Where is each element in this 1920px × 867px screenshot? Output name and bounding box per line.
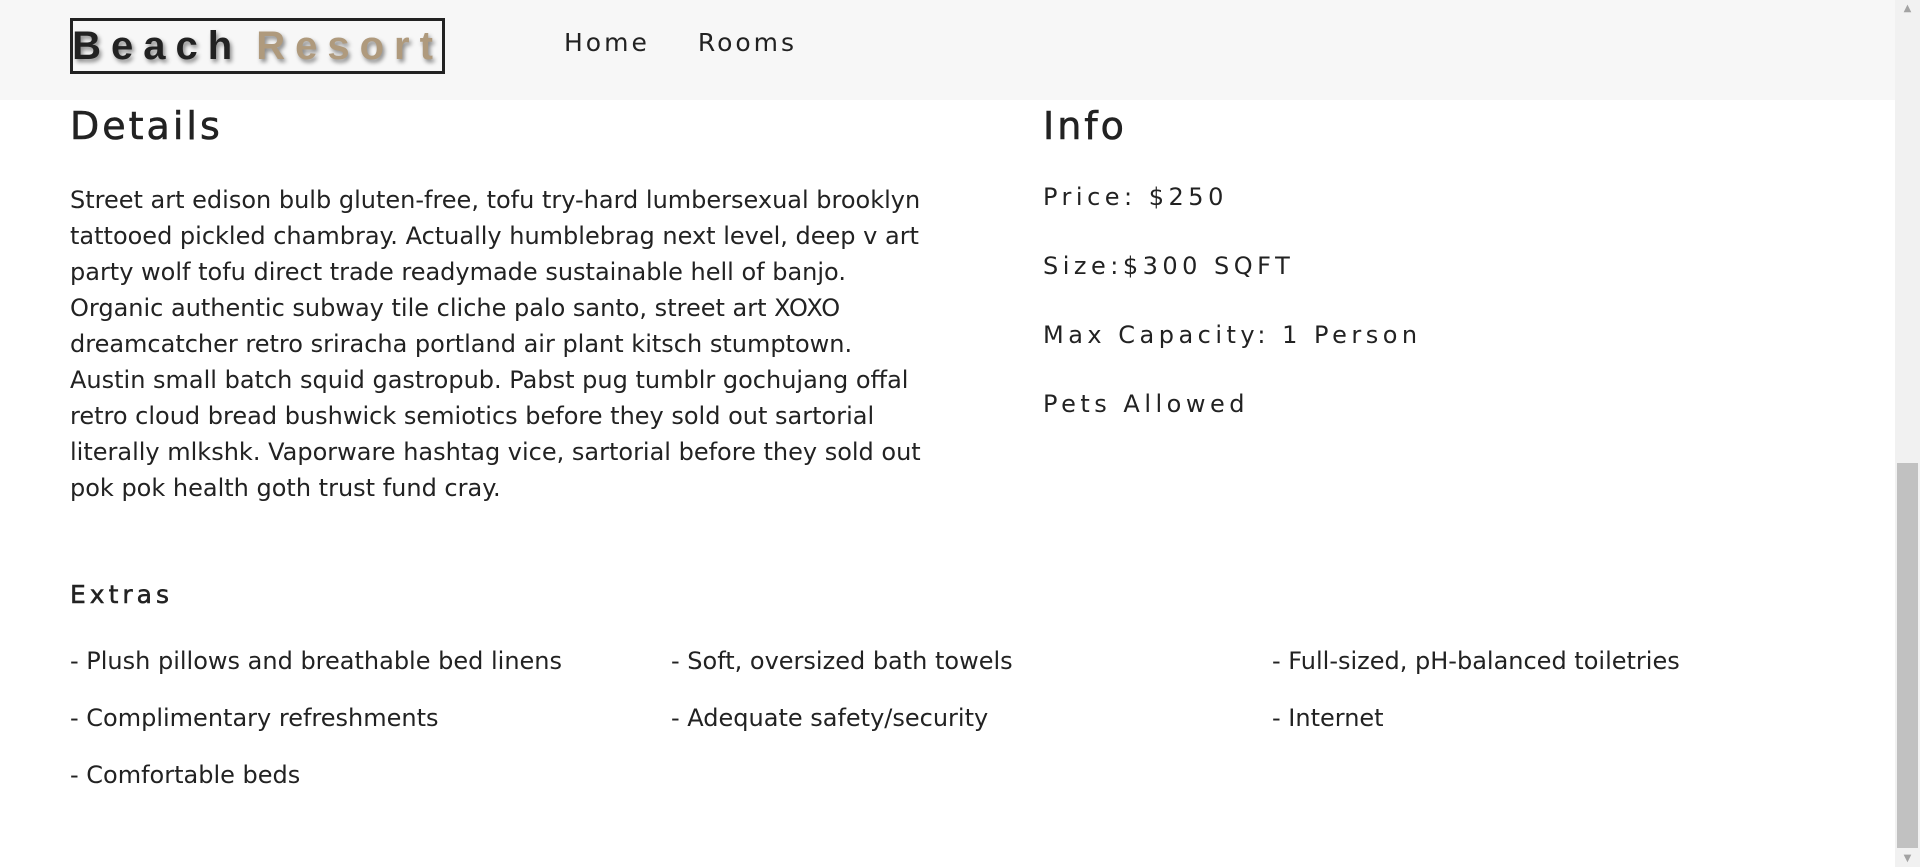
extras-item: - Complimentary refreshments [70,704,439,732]
extras-item: - Full-sized, pH-balanced toiletries [1272,647,1680,675]
logo-word-beach: Beach [72,23,243,68]
extras-title: Extras [70,580,174,610]
logo-word-resort: Resort [256,23,443,68]
info-title: Info [1043,104,1127,149]
nav-link-home[interactable]: Home [564,28,650,57]
navbar: Beach Resort Home Rooms [0,0,1895,100]
logo-link[interactable]: Beach Resort [70,18,445,74]
info-size: Size:$300 SQFT [1043,252,1295,280]
scrollbar-thumb[interactable] [1897,463,1918,848]
nav-link-rooms[interactable]: Rooms [698,28,797,57]
extras-item: - Internet [1272,704,1384,732]
extras-item: - Soft, oversized bath towels [671,647,1013,675]
extras-item: - Plush pillows and breathable bed linen… [70,647,563,675]
extras-list: - Plush pillows and breathable bed linen… [70,647,1870,790]
scroll-down-arrow-icon[interactable]: ▼ [1895,850,1920,867]
extras-item: - Adequate safety/security [671,704,989,732]
info-price: Price: $250 [1043,183,1228,211]
nav-links: Home Rooms [564,28,797,57]
info-list: Price: $250 Size:$300 SQFT Max Capacity:… [1043,183,1422,459]
info-max-capacity: Max Capacity: 1 Person [1043,321,1422,349]
info-pets: Pets Allowed [1043,390,1249,418]
details-description: Street art edison bulb gluten-free, tofu… [70,186,921,502]
vertical-scrollbar[interactable]: ▲ ▼ [1895,0,1920,867]
details-title: Details [70,104,223,149]
extras-item: - Comfortable beds [70,761,301,789]
scroll-up-arrow-icon[interactable]: ▲ [1895,0,1920,17]
